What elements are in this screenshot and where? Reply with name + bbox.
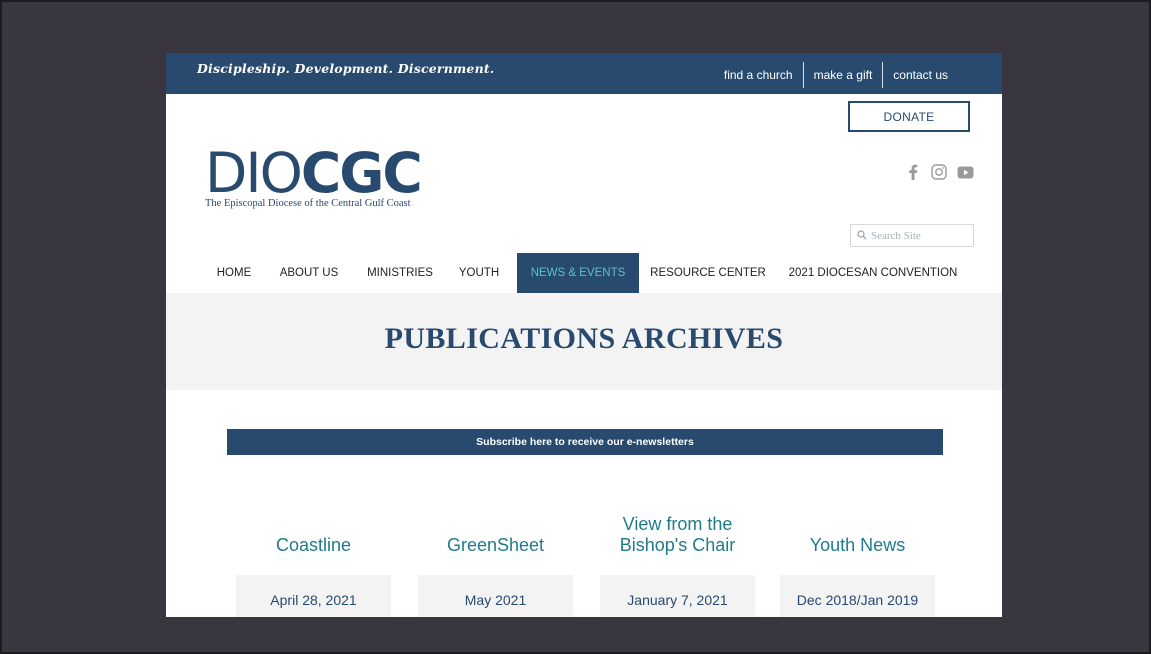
youtube-icon[interactable] <box>956 163 974 181</box>
publication-card-youth-news[interactable]: Dec 2018/Jan 2019 <box>780 575 935 617</box>
nav-home[interactable]: HOME <box>205 253 263 293</box>
contact-us-link[interactable]: contact us <box>883 64 958 86</box>
publication-date: January 7, 2021 <box>627 592 728 608</box>
publication-title-line: Coastline <box>275 535 352 555</box>
page-header-banner: PUBLICATIONS ARCHIVES <box>166 293 1002 390</box>
main-navigation: HOME ABOUT US MINISTRIES YOUTH NEWS & EV… <box>166 253 1002 293</box>
nav-about-us[interactable]: ABOUT US <box>274 253 344 293</box>
publication-title-youth-news[interactable]: Youth News <box>780 535 935 556</box>
publication-card-coastline[interactable]: April 28, 2021 <box>236 575 391 617</box>
publication-date: May 2021 <box>464 592 527 608</box>
nav-ministries[interactable]: MINISTRIES <box>364 253 436 293</box>
publication-date: Dec 2018/Jan 2019 <box>796 592 919 608</box>
logo-cgc: CGC <box>300 141 423 205</box>
instagram-icon[interactable] <box>930 163 948 181</box>
tagline: Discipleship. Development. Discernment. <box>197 61 495 76</box>
nav-news-events[interactable]: NEWS & EVENTS <box>517 253 639 293</box>
utility-links: find a church make a gift contact us <box>714 62 958 88</box>
publication-title-line: Bishop's Chair <box>619 535 736 555</box>
search-icon <box>857 227 867 245</box>
search-box[interactable] <box>850 224 974 247</box>
publication-title-greensheet[interactable]: GreenSheet <box>418 535 573 556</box>
page-title: PUBLICATIONS ARCHIVES <box>384 322 784 355</box>
search-input[interactable] <box>871 229 971 242</box>
publication-card-greensheet[interactable]: May 2021 <box>418 575 573 617</box>
make-a-gift-link[interactable]: make a gift <box>804 64 883 86</box>
subscribe-newsletter-button[interactable]: Subscribe here to receive our e-newslett… <box>227 429 943 455</box>
website-viewport: Discipleship. Development. Discernment. … <box>166 53 1002 617</box>
social-links <box>904 163 974 181</box>
publication-title-line: GreenSheet <box>446 535 545 555</box>
top-utility-bar: Discipleship. Development. Discernment. … <box>166 53 1002 94</box>
publication-title-line: View from the <box>622 514 733 534</box>
logo-dio: DIO <box>205 141 303 205</box>
facebook-icon[interactable] <box>904 163 922 181</box>
logo-subtitle: The Episcopal Diocese of the Central Gul… <box>205 198 411 209</box>
publication-title-view-from-bishops-chair[interactable]: View from the Bishop's Chair <box>600 514 755 556</box>
publication-date: April 28, 2021 <box>270 592 357 608</box>
publication-title-coastline[interactable]: Coastline <box>236 535 391 556</box>
publication-card-view-from-bishops-chair[interactable]: January 7, 2021 <box>600 575 755 617</box>
donate-button[interactable]: DONATE <box>848 101 970 132</box>
nav-youth[interactable]: YOUTH <box>453 253 505 293</box>
site-logo[interactable]: DIO CGC <box>205 141 423 205</box>
nav-resource-center[interactable]: RESOURCE CENTER <box>650 253 766 293</box>
publication-title-line: Youth News <box>809 535 906 555</box>
nav-diocesan-convention[interactable]: 2021 DIOCESAN CONVENTION <box>788 253 958 293</box>
find-a-church-link[interactable]: find a church <box>714 64 803 86</box>
